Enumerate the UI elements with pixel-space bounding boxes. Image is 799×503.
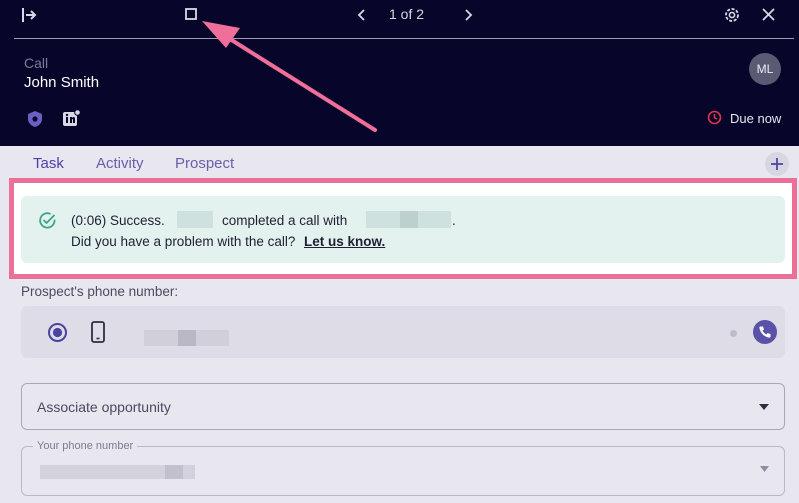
pager-text: 1 of 2 — [389, 6, 425, 22]
success-duration: (0:06) Success. — [71, 213, 165, 228]
phone-number-row[interactable] — [21, 306, 785, 358]
caret-down-icon[interactable] — [758, 403, 770, 411]
due-status: Due now — [730, 111, 782, 126]
contact-name[interactable]: John Smith — [24, 74, 99, 91]
redacted-own-number-shade — [165, 465, 183, 479]
redacted-contact-shade — [400, 211, 418, 228]
chevron-left-icon[interactable] — [354, 6, 370, 24]
mobile-phone-icon — [91, 321, 105, 343]
status-dot — [730, 330, 737, 337]
tab-task[interactable]: Task — [33, 155, 64, 172]
chevron-right-icon[interactable] — [460, 6, 476, 24]
let-us-know-link[interactable]: Let us know. — [304, 234, 385, 249]
task-header: 1 of 2 Call John Smith ML Due now — [0, 0, 799, 146]
caret-down-icon[interactable] — [759, 465, 770, 473]
prospect-phone-label: Prospect's phone number: — [21, 284, 179, 299]
shield-icon[interactable] — [26, 110, 44, 128]
tab-activity[interactable]: Activity — [96, 155, 144, 172]
call-button[interactable] — [753, 320, 777, 344]
associate-opportunity-text: Associate opportunity — [37, 399, 171, 415]
redacted-user — [177, 211, 213, 228]
check-circle-icon — [39, 212, 56, 229]
phone-icon — [759, 326, 771, 338]
avatar[interactable]: ML — [749, 53, 781, 85]
period: . — [452, 213, 456, 228]
linkedin-icon[interactable] — [62, 109, 81, 128]
problem-question: Did you have a problem with the call? — [71, 234, 296, 249]
plus-icon — [771, 158, 783, 170]
clock-icon — [707, 110, 722, 125]
radio-selected-icon[interactable] — [47, 322, 68, 343]
redacted-phone-shade — [178, 330, 196, 346]
your-phone-number-label: Your phone number — [33, 440, 138, 452]
header-divider — [14, 38, 794, 39]
tab-prospect[interactable]: Prospect — [175, 155, 234, 172]
call-success-banner — [21, 196, 785, 263]
completed-call-text: completed a call with — [222, 213, 348, 228]
exit-icon[interactable] — [20, 6, 38, 24]
task-type-label: Call — [24, 55, 49, 71]
gear-icon[interactable] — [722, 5, 742, 25]
expand-icon[interactable] — [184, 7, 198, 21]
add-button[interactable] — [765, 152, 789, 176]
close-icon[interactable] — [760, 6, 777, 23]
